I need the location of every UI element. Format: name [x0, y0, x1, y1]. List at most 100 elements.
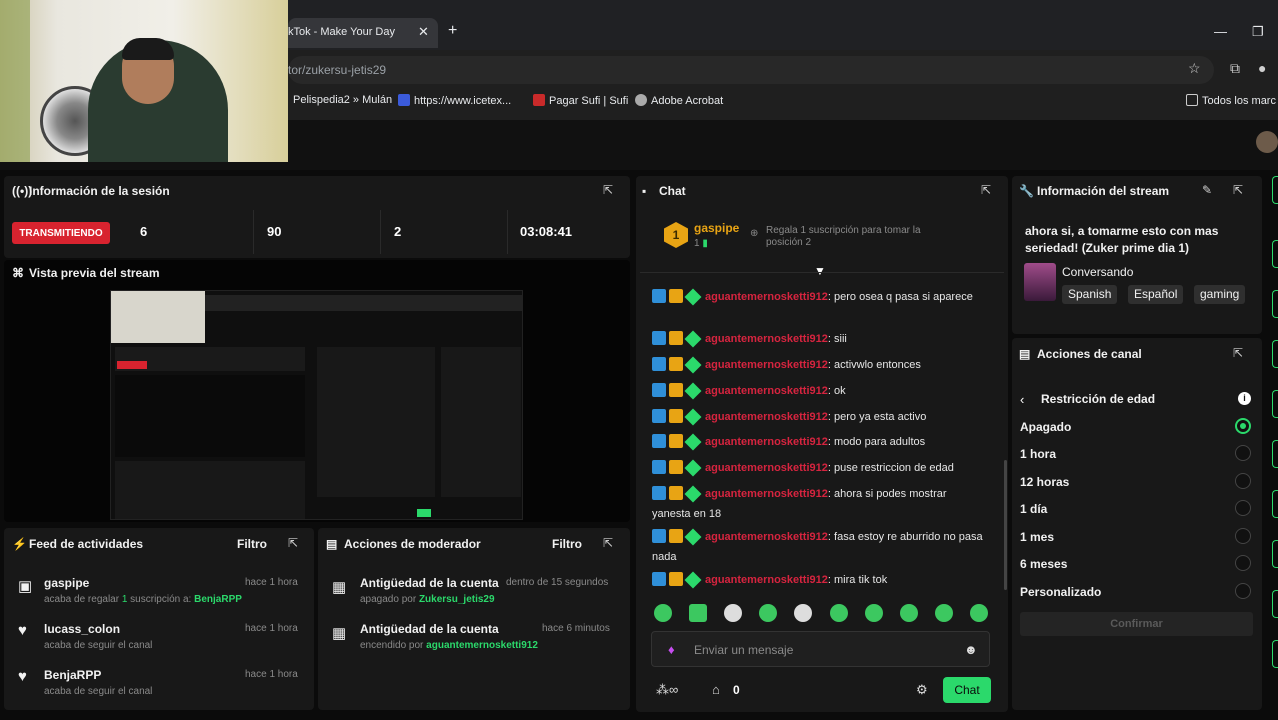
feed-title: Feed de actividades: [29, 537, 144, 551]
feed-subtext: acaba de seguir el canal: [44, 686, 153, 697]
chat-message: aguantemernosketti912: mira tik tok: [652, 571, 988, 592]
top-gifter-name[interactable]: gaspipe: [694, 221, 739, 235]
emote-icon[interactable]: [830, 604, 848, 622]
category-thumbnail: [1024, 263, 1056, 301]
side-tab[interactable]: [1272, 590, 1278, 618]
expand-icon[interactable]: ⇱: [1233, 346, 1243, 360]
profile-icon[interactable]: ●: [1258, 60, 1266, 76]
emote-icon[interactable]: [970, 604, 988, 622]
collapse-icon[interactable]: ▼: [814, 264, 826, 278]
extensions-icon[interactable]: ⧉: [1230, 60, 1240, 77]
side-tab[interactable]: [1272, 490, 1278, 518]
feed-user[interactable]: BenjaRPP: [44, 668, 101, 682]
option-radio[interactable]: [1235, 445, 1251, 461]
bookmark-item[interactable]: https://www.icetex...: [398, 94, 511, 107]
info-icon[interactable]: i: [1238, 392, 1251, 405]
channel-icon: ▤: [1019, 347, 1031, 361]
side-tab[interactable]: [1272, 640, 1278, 668]
option-label: 1 hora: [1020, 447, 1057, 461]
address-text: tor/zukersu-jetis29: [288, 63, 387, 77]
option-radio[interactable]: [1235, 418, 1251, 434]
side-tab[interactable]: [1272, 390, 1278, 418]
feed-filter-button[interactable]: Filtro: [237, 537, 267, 551]
feed-panel: [4, 528, 314, 710]
side-tab[interactable]: [1272, 340, 1278, 368]
settings-icon[interactable]: ⚙: [916, 682, 928, 698]
expand-icon[interactable]: ⇱: [1233, 183, 1243, 197]
emote-icon[interactable]: [759, 604, 777, 622]
divider: [640, 272, 1004, 273]
channel-actions-title: Acciones de canal: [1037, 347, 1142, 361]
stream-preview-video[interactable]: [110, 290, 523, 520]
option-radio[interactable]: [1235, 500, 1251, 516]
emote-icon[interactable]: [935, 604, 953, 622]
emote-icon[interactable]: [654, 604, 672, 622]
side-tab[interactable]: [1272, 290, 1278, 318]
side-tab[interactable]: [1272, 540, 1278, 568]
chat-scrollbar[interactable]: [1004, 460, 1007, 590]
user-avatar[interactable]: [1256, 131, 1278, 153]
share-icon[interactable]: ⁂∞: [656, 682, 678, 698]
restore-button[interactable]: ❐: [1252, 24, 1264, 40]
option-radio[interactable]: [1235, 555, 1251, 571]
mod-filter-button[interactable]: Filtro: [552, 537, 582, 551]
side-tab[interactable]: [1272, 440, 1278, 468]
feed-time: hace 1 hora: [245, 623, 298, 634]
expand-icon[interactable]: ⇱: [981, 183, 991, 197]
feed-subtext: acaba de regalar 1 suscripción a: BenjaR…: [44, 594, 242, 605]
expand-icon[interactable]: ⇱: [603, 536, 613, 550]
tag-chip: Español: [1128, 285, 1184, 304]
category-name[interactable]: Conversando: [1062, 265, 1133, 279]
browser-tab[interactable]: kTok - Make Your Day ✕: [288, 18, 438, 48]
emote-icon[interactable]: [794, 604, 812, 622]
top-gifter-note: Regala 1 suscripción para tomar la posic…: [766, 225, 921, 248]
emote-icon[interactable]: [724, 604, 742, 622]
user-badges: [652, 571, 702, 592]
side-tab[interactable]: [1272, 240, 1278, 268]
bookmarks-bar: Pelispedia2 » Mulán https://www.icetex..…: [288, 90, 1278, 112]
preview-inner: [115, 375, 305, 457]
confirm-button[interactable]: Confirmar: [1020, 612, 1253, 636]
edit-icon[interactable]: ✎: [1202, 183, 1212, 197]
expand-icon[interactable]: ⇱: [288, 536, 298, 550]
new-tab-button[interactable]: +: [448, 22, 457, 40]
preview-icon: ⌘: [12, 266, 24, 280]
gift-box-icon[interactable]: ⌂: [712, 682, 720, 697]
chat-title: Chat: [659, 184, 686, 198]
back-icon[interactable]: ‹: [1020, 392, 1024, 407]
preview-chat-btn: [417, 509, 431, 517]
option-radio[interactable]: [1235, 473, 1251, 489]
chat-message: aguantemernosketti912: pero ya esta acti…: [652, 408, 988, 429]
feed-user[interactable]: lucass_colon: [44, 622, 120, 636]
tab-title: kTok - Make Your Day: [288, 26, 395, 38]
bolt-icon: ⚡: [12, 537, 27, 551]
feed-subtext: acaba de seguir el canal: [44, 640, 153, 651]
emote-icon[interactable]: [689, 604, 707, 622]
emote-icon[interactable]: [900, 604, 918, 622]
bookmark-item[interactable]: Pelispedia2 » Mulán: [293, 94, 392, 106]
tab-close-icon[interactable]: ✕: [418, 24, 429, 40]
heart-icon: ♥: [18, 622, 27, 639]
expand-icon[interactable]: ⇱: [603, 183, 613, 197]
mic-icon[interactable]: ♦: [668, 642, 675, 657]
bookmark-folder[interactable]: Todos los marc: [1186, 94, 1276, 107]
minimize-button[interactable]: —: [1214, 24, 1227, 39]
option-radio[interactable]: [1235, 528, 1251, 544]
stream-description: ahora si, a tomarme esto con mas serieda…: [1025, 224, 1219, 255]
bookmark-item[interactable]: Pagar Sufi | Sufi: [533, 94, 628, 107]
bookmark-item[interactable]: Adobe Acrobat: [635, 94, 723, 107]
chat-input[interactable]: ♦ Enviar un mensaje ☻: [651, 631, 990, 667]
option-radio[interactable]: [1235, 583, 1251, 599]
chat-message: aguantemernosketti912: puse restriccion …: [652, 459, 988, 480]
gift-note-icon: ⊕: [750, 228, 759, 239]
emote-icon[interactable]: [865, 604, 883, 622]
mod-icon: ▤: [326, 537, 338, 551]
stream-info-title: Información del stream: [1037, 184, 1170, 198]
address-bar[interactable]: tor/zukersu-jetis29: [288, 56, 1214, 84]
star-icon[interactable]: ☆: [1188, 60, 1201, 77]
emoji-icon[interactable]: ☻: [964, 642, 978, 657]
send-chat-button[interactable]: Chat: [943, 677, 991, 703]
side-tab[interactable]: [1272, 176, 1278, 204]
folder-icon: [1186, 94, 1198, 106]
feed-user[interactable]: gaspipe: [44, 576, 89, 590]
